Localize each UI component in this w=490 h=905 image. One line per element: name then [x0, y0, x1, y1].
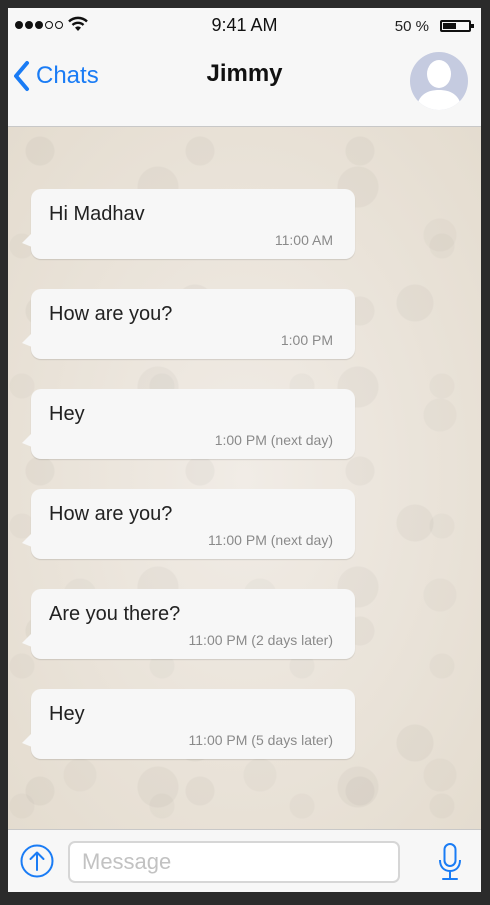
message-bubble[interactable]: Hi Madhav 11:00 AM	[22, 189, 355, 259]
message-bubble[interactable]: Hey 11:00 PM (5 days later)	[22, 689, 355, 759]
arrow-up-circle-icon[interactable]	[20, 844, 54, 878]
status-bar: 9:41 AM 50 %	[8, 8, 481, 44]
message-text: Hey	[49, 703, 85, 725]
composer-bar	[8, 829, 481, 892]
message-bubble[interactable]: Are you there? 11:00 PM (2 days later)	[22, 589, 355, 659]
phone-screen: 9:41 AM 50 % Chats Jimmy Hi Madhav 11:00…	[8, 8, 481, 892]
message-text: Are you there?	[49, 603, 181, 625]
battery-icon	[440, 20, 474, 32]
message-text: Hey	[49, 403, 85, 425]
message-bubble[interactable]: How are you? 11:00 PM (next day)	[22, 489, 355, 559]
battery-percentage: 50 %	[394, 18, 429, 35]
contact-avatar[interactable]	[410, 52, 468, 110]
message-timestamp: 11:00 PM (5 days later)	[188, 732, 333, 748]
conversation-header: Chats Jimmy	[8, 44, 481, 127]
microphone-icon[interactable]	[437, 842, 463, 882]
person-silhouette-icon	[416, 60, 462, 110]
battery-nub	[471, 24, 474, 28]
message-timestamp: 1:00 PM (next day)	[214, 432, 333, 448]
message-text: How are you?	[49, 303, 173, 325]
message-input[interactable]	[68, 841, 400, 883]
message-timestamp: 11:00 PM (next day)	[207, 532, 333, 548]
message-list[interactable]: Hi Madhav 11:00 AM How are you? 1:00 PM …	[8, 127, 481, 829]
message-timestamp: 11:00 PM (2 days later)	[188, 632, 333, 648]
message-text: How are you?	[49, 503, 173, 525]
message-bubble[interactable]: Hey 1:00 PM (next day)	[22, 389, 355, 459]
message-timestamp: 11:00 AM	[274, 232, 333, 248]
message-bubble[interactable]: How are you? 1:00 PM	[22, 289, 355, 359]
message-text: Hi Madhav	[49, 203, 145, 225]
battery-level	[443, 23, 456, 29]
message-timestamp: 1:00 PM	[280, 332, 333, 348]
